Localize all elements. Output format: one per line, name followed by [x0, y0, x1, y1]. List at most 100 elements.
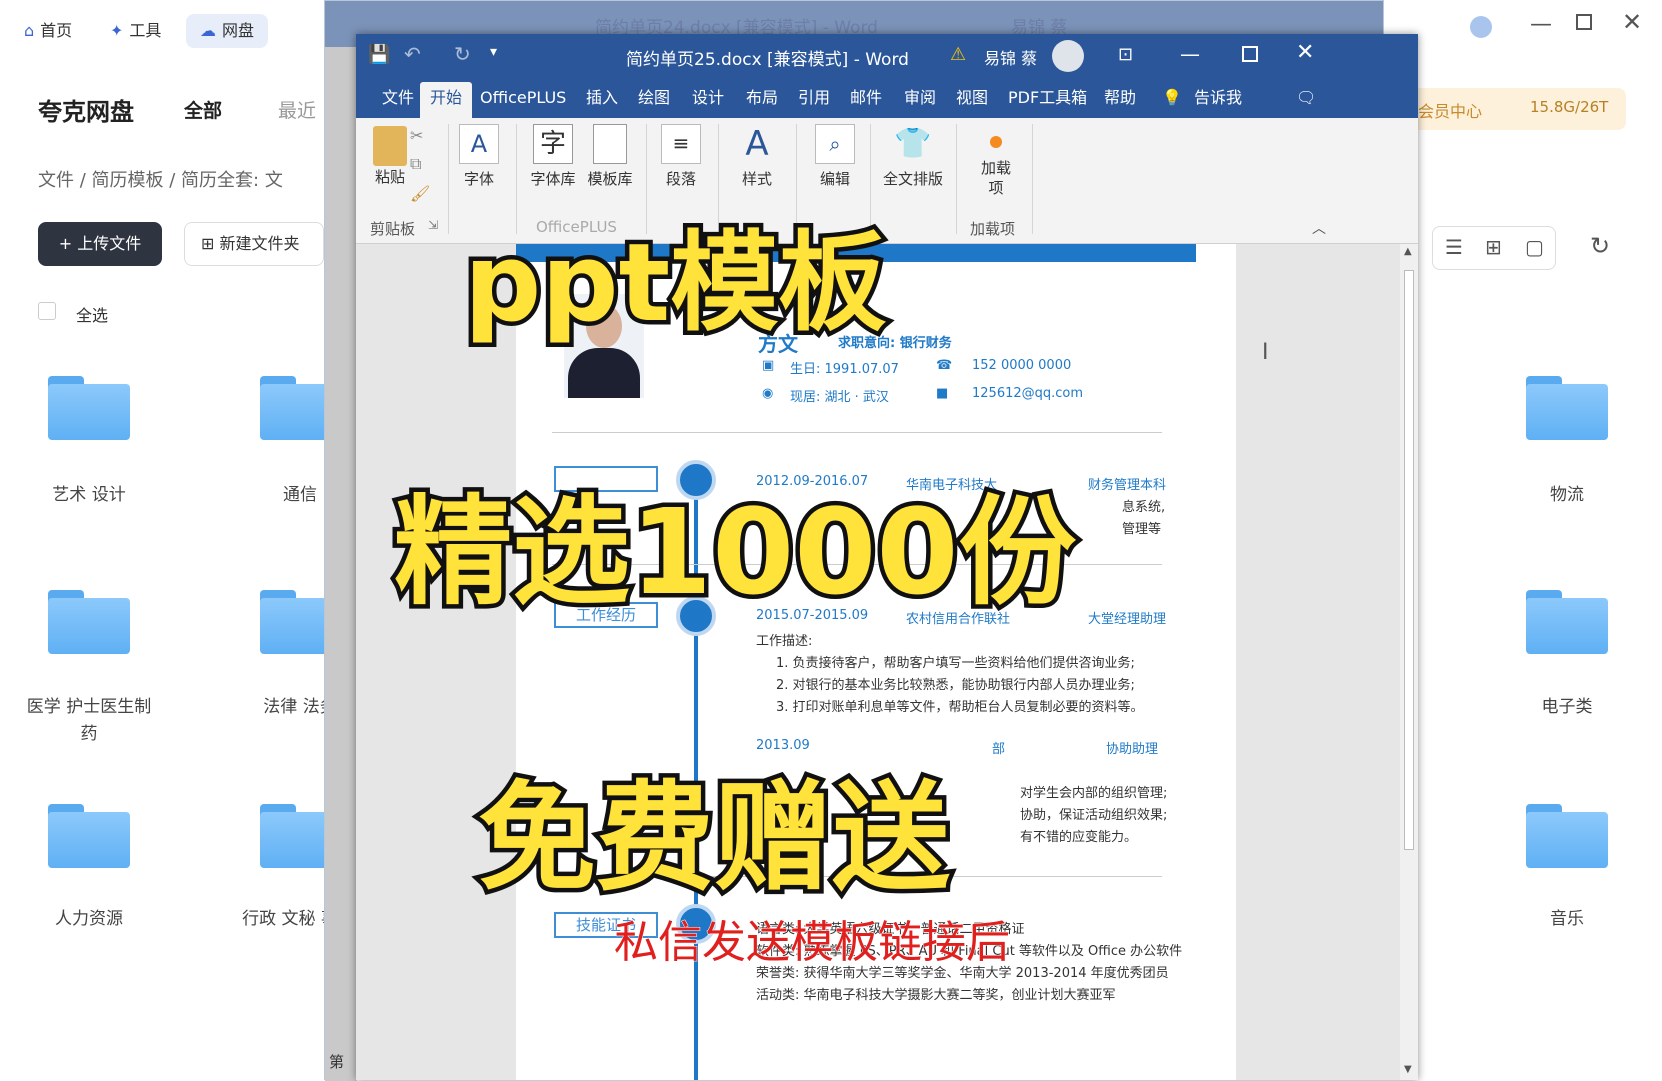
- folder-icon[interactable]: [48, 376, 130, 440]
- ribbon-display-icon[interactable]: ⊡: [1118, 44, 1133, 65]
- folder-icon[interactable]: [48, 804, 130, 868]
- edu-line: 管理等: [1122, 522, 1162, 537]
- collapse-ribbon-icon[interactable]: ︿: [1312, 218, 1326, 238]
- search-icon: ⌕: [815, 124, 855, 164]
- tab-draw[interactable]: 绘图: [638, 86, 670, 110]
- resume-birth: 生日: 1991.07.07: [790, 362, 899, 377]
- tab-mailings[interactable]: 邮件: [850, 86, 882, 110]
- minimize-icon[interactable]: —: [1530, 12, 1552, 37]
- folder-label[interactable]: 艺术 设计: [19, 482, 159, 509]
- word-back-edge: [325, 47, 357, 1081]
- folder-label[interactable]: 医学 护士医生制药: [19, 694, 159, 748]
- paragraph-button[interactable]: ≡ 段落: [656, 124, 706, 189]
- folder-label[interactable]: 电子类: [1497, 694, 1637, 721]
- scroll-up-icon[interactable]: ▲: [1404, 246, 1412, 257]
- dialog-launcher-icon[interactable]: ⇲: [428, 218, 438, 232]
- addins-button[interactable]: 加载项: [968, 124, 1024, 198]
- tab-officeplus[interactable]: OfficePLUS: [480, 86, 566, 110]
- work1-item: 3. 打印对账单利息单等文件，帮助柜台人员复制必要的资料等。: [776, 700, 1144, 715]
- cut-icon[interactable]: ✂: [410, 126, 423, 145]
- clipboard-icon: [373, 126, 407, 166]
- customize-qat-icon[interactable]: ▾: [490, 44, 497, 60]
- tab-review[interactable]: 审阅: [904, 86, 936, 110]
- tab-layout[interactable]: 布局: [746, 86, 778, 110]
- minimize-icon[interactable]: —: [1180, 42, 1200, 66]
- full-layout-button[interactable]: 👕 全文排版: [880, 124, 946, 189]
- folder-label[interactable]: 音乐: [1497, 906, 1637, 933]
- work-desc-label: 工作描述:: [756, 634, 813, 649]
- warning-icon: ⚠: [950, 44, 967, 65]
- vertical-scrollbar[interactable]: ▲ ▼: [1400, 244, 1418, 1080]
- folder-icon[interactable]: [1526, 804, 1608, 868]
- folder-icon[interactable]: [1526, 376, 1608, 440]
- work2-org: 部: [992, 742, 1006, 757]
- addins-group-label: 加载项: [970, 220, 1016, 238]
- tab-home[interactable]: ⌂ 首页: [10, 14, 86, 48]
- tab-insert[interactable]: 插入: [586, 86, 618, 110]
- email-icon: ■: [936, 386, 949, 401]
- edu-major: 财务管理本科: [1088, 478, 1167, 493]
- tab-references[interactable]: 引用: [798, 86, 830, 110]
- text-cursor-icon: I: [1262, 340, 1269, 365]
- save-icon[interactable]: 💾: [368, 44, 390, 65]
- tab-design[interactable]: 设计: [692, 86, 724, 110]
- refresh-icon[interactable]: ↻: [1590, 232, 1610, 260]
- close-icon[interactable]: ✕: [1296, 40, 1314, 65]
- maximize-icon[interactable]: [1242, 46, 1258, 62]
- paragraph-icon: ≡: [661, 124, 701, 164]
- new-folder-button[interactable]: ⊞ 新建文件夹: [184, 222, 324, 266]
- view-switcher: ☰ ⊞ ▢: [1432, 226, 1556, 270]
- user-avatar[interactable]: [1052, 40, 1084, 72]
- tab-pdf-tools[interactable]: PDF工具箱: [1008, 86, 1087, 110]
- paste-button[interactable]: 粘贴: [368, 126, 412, 187]
- member-bar[interactable]: 会员中心 15.8G/26T: [1412, 88, 1626, 130]
- template-library-button[interactable]: 模板库: [582, 124, 638, 189]
- font-library-button[interactable]: 字 字体库: [528, 124, 578, 189]
- list-view-icon[interactable]: ☰: [1445, 235, 1463, 259]
- tab-help[interactable]: 帮助: [1104, 86, 1136, 110]
- format-painter-icon[interactable]: 🖌: [410, 184, 430, 203]
- maximize-icon[interactable]: [1576, 14, 1592, 30]
- user-name: 易锦 蔡: [984, 49, 1038, 68]
- undo-icon[interactable]: ↶: [404, 42, 421, 66]
- breadcrumb-item[interactable]: 简历模板: [92, 170, 164, 191]
- scrollbar-thumb[interactable]: [1404, 270, 1414, 850]
- styles-button[interactable]: A 样式: [730, 124, 784, 189]
- work2-role: 协助助理: [1106, 742, 1159, 757]
- resume-phone: 152 0000 0000: [972, 358, 1072, 373]
- shirt-icon: 👕: [894, 126, 932, 161]
- tab-view[interactable]: 视图: [956, 86, 988, 110]
- phone-icon: ☎: [936, 358, 953, 373]
- close-icon[interactable]: ✕: [1622, 8, 1642, 36]
- select-all-checkbox[interactable]: [38, 302, 56, 320]
- folder-plus-icon: ⊞: [201, 234, 220, 253]
- preview-view-icon[interactable]: ▢: [1525, 235, 1544, 259]
- comments-icon[interactable]: 🗨: [1296, 86, 1316, 110]
- folder-label[interactable]: 人力资源: [19, 906, 159, 933]
- overlay-line-1: ppt模板: [459, 217, 890, 351]
- folder-icon[interactable]: [48, 590, 130, 654]
- font-button[interactable]: A 字体: [456, 124, 502, 189]
- breadcrumb-item[interactable]: 简历全套: 文: [181, 170, 283, 191]
- tell-me-search[interactable]: 告诉我: [1194, 86, 1242, 110]
- tab-tools[interactable]: ✦ 工具: [96, 14, 175, 48]
- filter-recent[interactable]: 最近: [278, 96, 316, 123]
- scroll-down-icon[interactable]: ▼: [1404, 1064, 1412, 1075]
- avatar[interactable]: [1470, 16, 1492, 38]
- folder-icon[interactable]: [1526, 590, 1608, 654]
- filter-all[interactable]: 全部: [184, 96, 222, 123]
- grid-view-icon[interactable]: ⊞: [1485, 235, 1502, 259]
- overlay-line-2: 精选1000份: [389, 479, 1080, 626]
- tab-file[interactable]: 文件: [382, 86, 414, 110]
- divider: [552, 432, 1162, 433]
- upload-button[interactable]: + 上传文件: [38, 222, 162, 266]
- tab-home[interactable]: 开始: [420, 82, 473, 118]
- lightbulb-icon: 💡: [1162, 88, 1182, 107]
- copy-icon[interactable]: ⧉: [410, 154, 421, 174]
- folder-label[interactable]: 物流: [1497, 482, 1637, 509]
- redo-icon[interactable]: ↻: [454, 42, 471, 66]
- work1-item: 2. 对银行的基本业务比较熟悉，能协助银行内部人员办理业务;: [776, 678, 1135, 693]
- editing-button[interactable]: ⌕ 编辑: [810, 124, 860, 189]
- tab-drive[interactable]: ☁ 网盘: [186, 14, 269, 48]
- breadcrumb-item[interactable]: 文件: [38, 170, 74, 191]
